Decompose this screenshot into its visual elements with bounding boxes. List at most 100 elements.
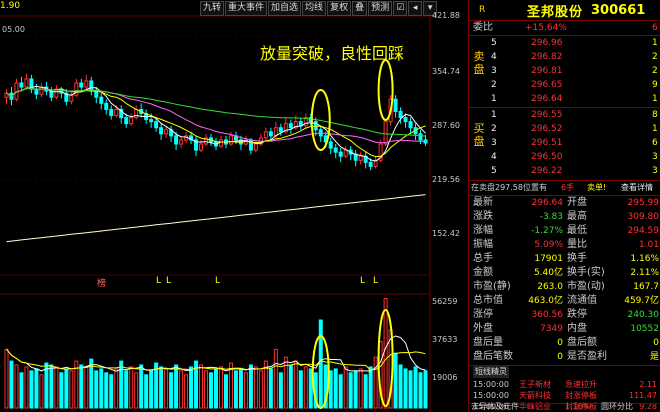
buy-order-row: 1 296.55 8 (469, 108, 660, 122)
order-price: 296.96 (531, 38, 563, 48)
order-volume: 2 (652, 66, 658, 76)
check-icon[interactable]: ☑ (393, 1, 408, 16)
candle-body (164, 129, 169, 135)
volume-bar (423, 370, 428, 409)
candle-body (39, 86, 44, 95)
buy-order-row: 2 296.52 1 (469, 122, 660, 136)
quote-value: 295.99 (627, 198, 660, 208)
buy-order-row: 3 296.51 6 (469, 136, 660, 150)
quote-label: 总手 (473, 253, 493, 264)
weibi-value: +15.64% (525, 23, 567, 33)
quote-value: 0 (653, 338, 659, 348)
volume-bar (39, 374, 44, 409)
short-line-row: 15:00:00 天箭科技 封涨停板 111.47 (469, 390, 660, 401)
order-volume: 6 (652, 138, 658, 148)
quote-row: 外盘 7349 内盘 10552 (469, 322, 660, 336)
price-axis-label-4: 152.42 (432, 229, 460, 238)
order-level: 1 (491, 94, 497, 104)
kline-chart-panel[interactable]: 1.90 九转 重大事件 加自选 均线 复权 叠 预测 ☑ ◂ ▾ 05.00 … (0, 0, 468, 412)
volume-bar (253, 366, 258, 409)
volume-bar (59, 372, 64, 409)
candle-body (278, 127, 283, 133)
forecast-button[interactable]: 预测 (368, 1, 393, 16)
candle-body (99, 96, 104, 104)
volume-bar (318, 319, 323, 409)
candle-body (343, 149, 348, 157)
triangle-icon[interactable]: ◂ (408, 1, 423, 16)
volume-bar (129, 366, 134, 409)
trade-alert-strip[interactable]: 在卖盘297.58位置有 6手 卖单! 查看详情 (469, 181, 660, 195)
quote-label: 市盈(动) (567, 281, 605, 292)
candle-body (253, 143, 258, 151)
candle-body (393, 98, 398, 112)
candle-body (174, 135, 179, 145)
volume-bars-group (4, 298, 428, 409)
ma250-line (6, 194, 426, 243)
price-axis-label-0: 421.88 (432, 11, 460, 20)
volume-bar (184, 374, 189, 409)
volume-bar (24, 366, 29, 409)
volume-bar (218, 366, 223, 409)
order-level: 2 (491, 80, 497, 90)
candle-body (104, 102, 109, 110)
volume-bar (273, 348, 278, 409)
ma-button[interactable]: 均线 (302, 1, 327, 16)
jiuzhuan-button[interactable]: 九转 (200, 1, 225, 16)
add-watchlist-button[interactable]: 加自选 (268, 1, 302, 16)
quote-label: 换手 (567, 253, 587, 264)
volume-bar (99, 368, 104, 409)
volume-bar (258, 370, 263, 409)
order-price: 296.64 (531, 94, 563, 104)
volume-bar (204, 370, 209, 409)
candle-body (418, 133, 423, 141)
buy-order-row: 5 296.22 3 (469, 164, 660, 178)
volume-bar (403, 368, 408, 409)
sl-value: 2.11 (639, 380, 657, 389)
adjust-button[interactable]: 复权 (327, 1, 352, 16)
quote-row: 金额 5.40亿 换手(实) 2.11% (469, 266, 660, 280)
major-events-button[interactable]: 重大事件 (225, 1, 268, 16)
chart-grid (0, 15, 431, 412)
order-price: 296.81 (531, 66, 563, 76)
buy-order-row: 4 296.50 3 (469, 150, 660, 164)
volume-bar (363, 374, 368, 409)
overlay-button[interactable]: 叠 (352, 1, 368, 16)
candle-body (69, 94, 74, 102)
order-price: 296.52 (531, 124, 563, 134)
volume-bar (79, 364, 84, 409)
candle-body (134, 108, 139, 119)
candle-body (408, 121, 413, 129)
volume-bar (139, 364, 144, 409)
price-axis-label-2: 287.60 (432, 121, 460, 130)
stock-tag: R (479, 5, 486, 15)
quote-label: 盘后额 (567, 337, 597, 348)
candle-body (124, 117, 129, 125)
candle-body (358, 155, 363, 161)
top-left-axis-value: 05.00 (2, 25, 25, 34)
quote-row: 涨幅 -1.27% 最低 294.59 (469, 224, 660, 238)
volume-bar (358, 368, 363, 409)
quote-value: 309.80 (627, 212, 660, 222)
price-axis-label-1: 354.74 (432, 67, 460, 76)
volume-bar (288, 364, 293, 409)
volume-bar (34, 368, 39, 409)
quote-label: 盘后笔数 (473, 351, 513, 362)
view-detail-link[interactable]: 查看详情 (621, 181, 653, 195)
volume-bar (383, 298, 388, 409)
rank-marker[interactable]: 榜 (97, 276, 106, 289)
stock-code: 300661 (591, 2, 646, 18)
volume-bar (238, 368, 243, 409)
volume-bar (124, 370, 129, 409)
short-line-row: 15:00:00 王子新材 急速拉升 2.11 (469, 379, 660, 390)
order-level: 4 (491, 152, 497, 162)
short-line-title-row: 短线精灵 (469, 366, 660, 380)
volume-bar (353, 370, 358, 409)
quote-label: 最新 (473, 197, 493, 208)
quote-row: 振幅 5.09% 量比 1.01 (469, 238, 660, 252)
order-volume: 9 (652, 80, 658, 90)
sl-event: 急速拉升 (565, 380, 597, 389)
quote-value: 263.0 (537, 282, 563, 292)
order-price: 296.51 (531, 138, 563, 148)
candle-body (383, 121, 388, 145)
quote-value: 463.0亿 (528, 296, 563, 306)
